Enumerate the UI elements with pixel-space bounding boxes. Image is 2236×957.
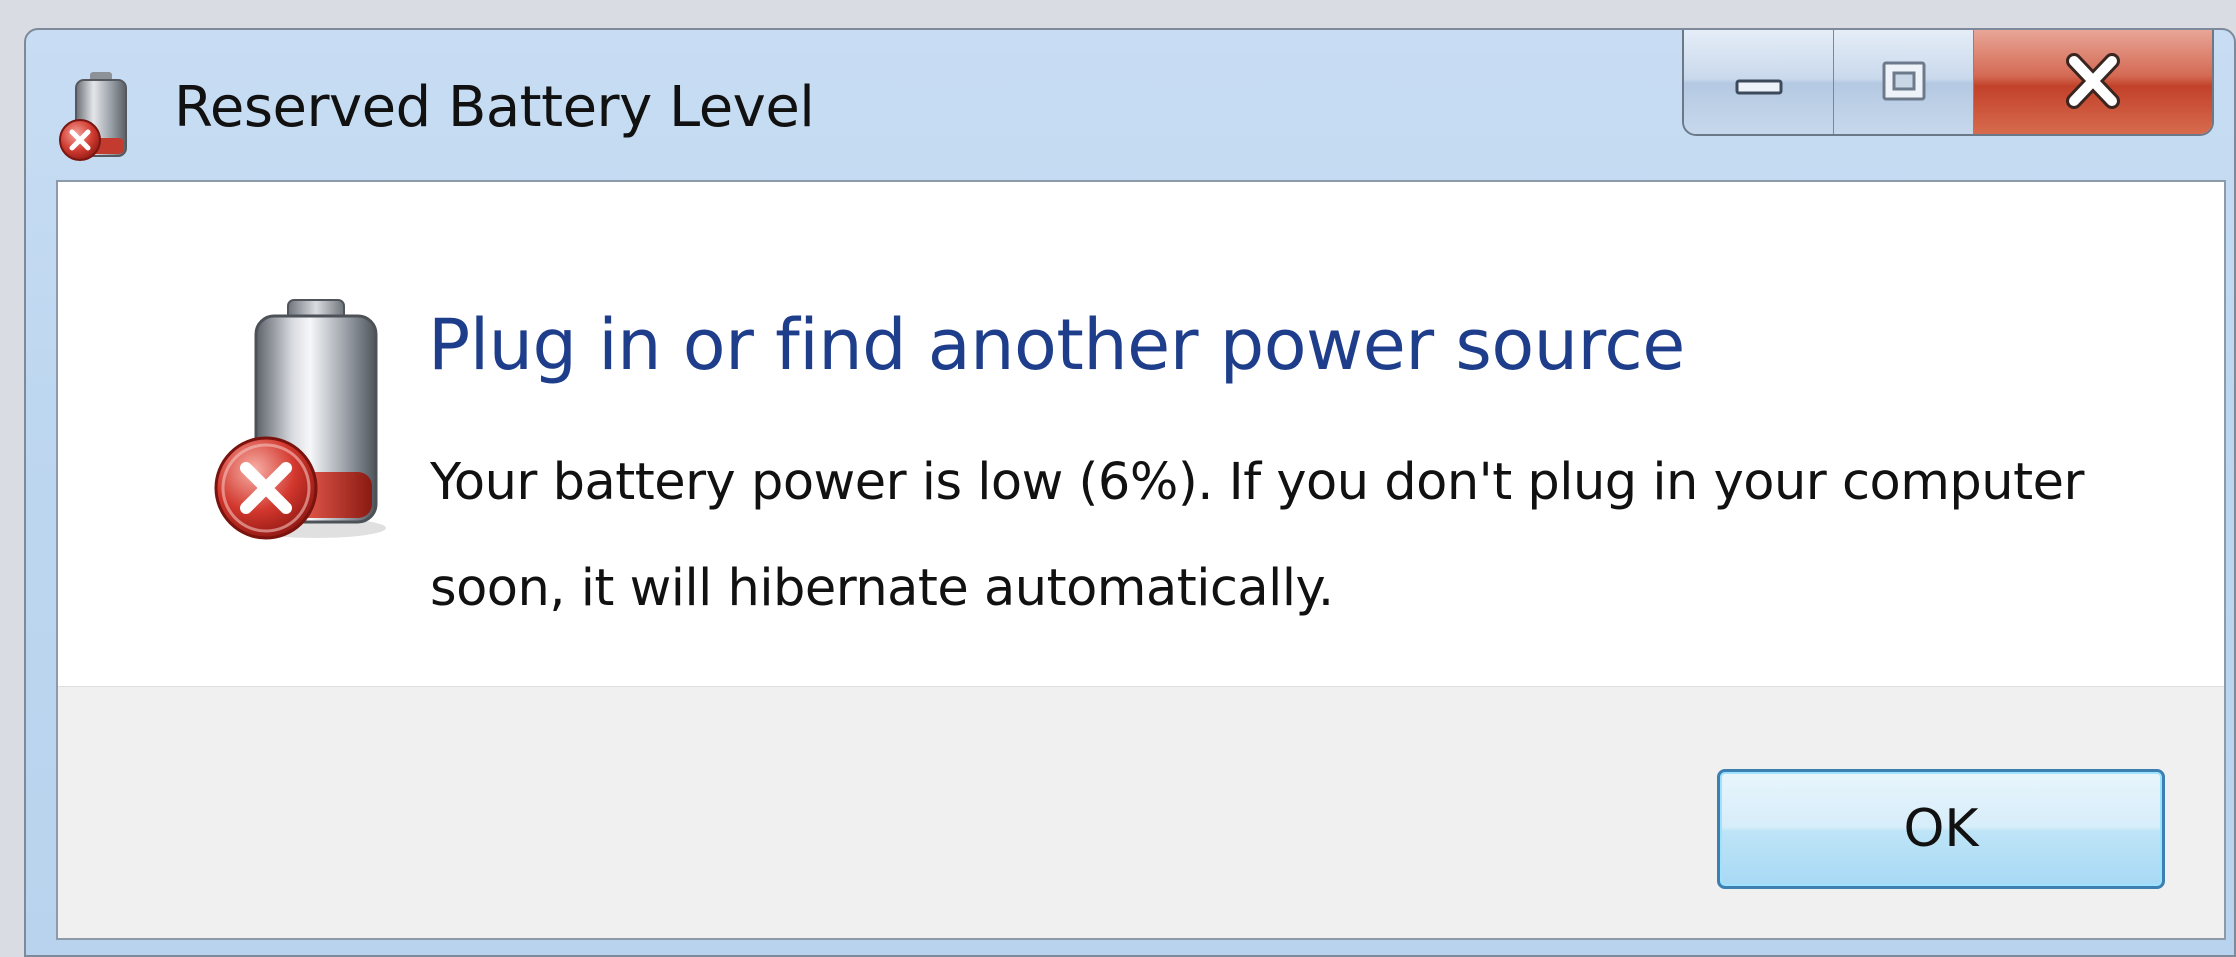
dialog-heading: Plug in or find another power source [428,304,1685,386]
ok-button[interactable]: OK [1717,769,2165,889]
minimize-button[interactable] [1684,30,1834,134]
dialog-body: Plug in or find another power source You… [56,180,2226,940]
close-icon [2066,53,2120,109]
battery-error-icon [59,72,127,161]
close-button[interactable] [1974,30,2212,134]
maximize-icon [1882,61,1925,101]
title-bar[interactable]: Reserved Battery Level [26,30,2234,180]
battery-error-icon [214,299,386,540]
dialog-message: Your battery power is low (6%). If you d… [430,453,2084,618]
button-bar: OK [58,686,2224,938]
message-area: Plug in or find another power source You… [58,182,2224,686]
dialog-window: Reserved Battery Level Plug in or find a… [24,28,2236,957]
caption-buttons [1682,30,2214,136]
window-title: Reserved Battery Level [174,75,815,140]
maximize-button[interactable] [1834,30,1974,134]
minimize-icon [1735,79,1782,95]
